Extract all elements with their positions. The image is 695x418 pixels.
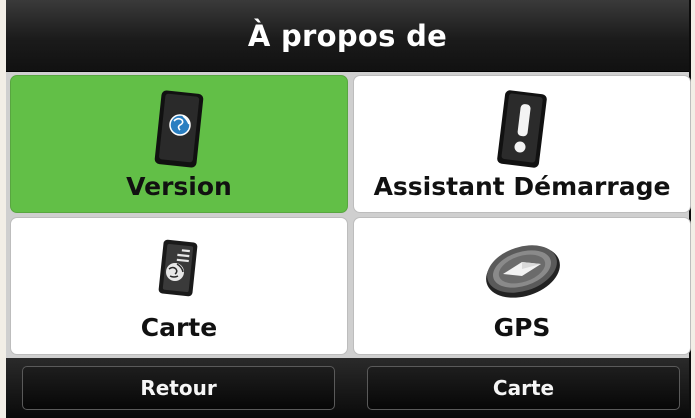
- map-document-icon: [158, 239, 198, 297]
- about-screen: À propos de Version Assistant Démarrage: [0, 0, 695, 418]
- title-bar: À propos de: [6, 0, 689, 72]
- back-button[interactable]: Retour: [22, 366, 335, 410]
- frame-edge-right: [691, 0, 695, 418]
- map-info-button[interactable]: Carte: [10, 217, 348, 355]
- gps-label: GPS: [493, 313, 551, 342]
- map-info-label: Carte: [140, 313, 218, 342]
- version-button[interactable]: Version: [10, 75, 348, 213]
- setup-assistant-label: Assistant Démarrage: [373, 172, 671, 201]
- map-button-label: Carte: [492, 376, 555, 400]
- menu-grid: Version Assistant Démarrage Carte GPS: [6, 72, 691, 358]
- gps-button[interactable]: GPS: [353, 217, 691, 355]
- back-button-label: Retour: [140, 376, 217, 400]
- compass-icon: [486, 245, 560, 298]
- setup-assistant-button[interactable]: Assistant Démarrage: [353, 75, 691, 213]
- page-title: À propos de: [247, 18, 448, 53]
- exclamation-card-icon: [497, 90, 547, 168]
- globe-card-icon: [154, 90, 204, 168]
- map-button[interactable]: Carte: [367, 366, 680, 410]
- version-label: Version: [126, 172, 232, 201]
- bottom-bar: Retour Carte: [6, 358, 689, 418]
